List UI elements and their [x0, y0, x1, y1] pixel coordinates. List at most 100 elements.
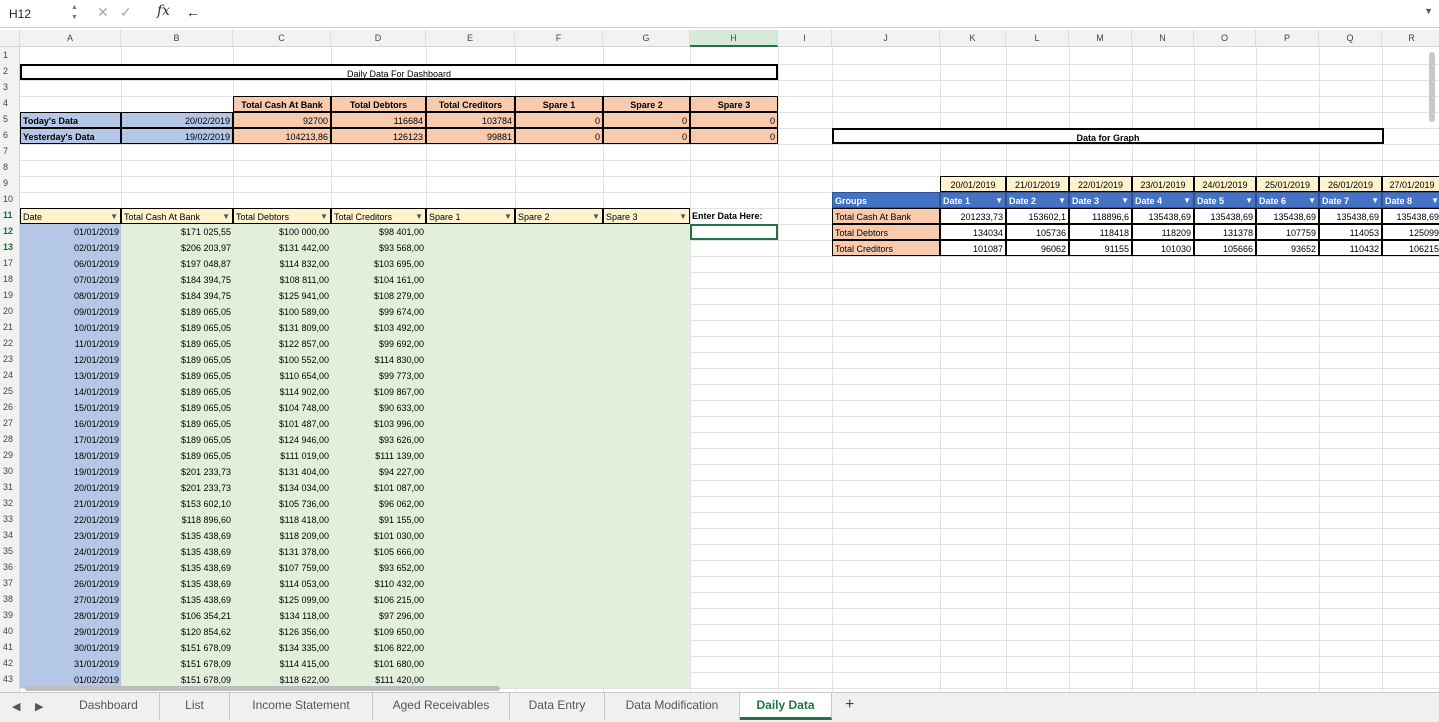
table-row-value[interactable]: $124 946,00	[233, 432, 331, 448]
row-header[interactable]: 10	[0, 194, 19, 204]
table-row-spare[interactable]	[515, 544, 603, 560]
table-row-date[interactable]: 11/01/2019	[20, 336, 121, 352]
table-row-value[interactable]: $110 654,00	[233, 368, 331, 384]
row-header[interactable]: 18	[0, 274, 19, 284]
row-header[interactable]: 40	[0, 626, 19, 636]
table-row-value[interactable]: $99 773,00	[331, 368, 426, 384]
table-row-value[interactable]: $189 065,05	[121, 368, 233, 384]
table-row-date[interactable]: 16/01/2019	[20, 416, 121, 432]
table-row-value[interactable]: $101 680,00	[331, 656, 426, 672]
table-row-value[interactable]: $97 296,00	[331, 608, 426, 624]
table-row-value[interactable]: $107 759,00	[233, 560, 331, 576]
table-row-value[interactable]: $110 432,00	[331, 576, 426, 592]
filter-dropdown-icon[interactable]: ▼	[222, 209, 230, 223]
row-header[interactable]: 24	[0, 370, 19, 380]
table-row-value[interactable]: $96 062,00	[331, 496, 426, 512]
table-row-value[interactable]: $134 335,00	[233, 640, 331, 656]
table-row-date[interactable]: 22/01/2019	[20, 512, 121, 528]
table-row-value[interactable]: $135 438,69	[121, 592, 233, 608]
table-row-spare[interactable]	[603, 624, 690, 640]
table-row-spare[interactable]	[603, 448, 690, 464]
table-row-spare[interactable]	[603, 432, 690, 448]
table-row-spare[interactable]	[515, 560, 603, 576]
table-row-date[interactable]: 07/01/2019	[20, 272, 121, 288]
filter-dropdown-icon[interactable]: ▼	[1058, 193, 1066, 207]
graph-date-header[interactable]: Date 7 ▼	[1319, 192, 1382, 208]
table-row-value[interactable]: $106 822,00	[331, 640, 426, 656]
table-row-date[interactable]: 06/01/2019	[20, 256, 121, 272]
row-header[interactable]: 11	[0, 210, 19, 220]
filter-dropdown-icon[interactable]: ▼	[1183, 193, 1191, 207]
select-all-corner[interactable]	[0, 30, 20, 47]
filter-dropdown-icon[interactable]: ▼	[110, 209, 118, 223]
table-row-value[interactable]: $125 099,00	[233, 592, 331, 608]
column-header-k[interactable]: K	[940, 30, 1006, 47]
column-header-p[interactable]: P	[1256, 30, 1319, 47]
table-row-value[interactable]: $189 065,05	[121, 448, 233, 464]
table-row-spare[interactable]	[515, 656, 603, 672]
table-row-spare[interactable]	[426, 528, 515, 544]
table-row-date[interactable]: 24/01/2019	[20, 544, 121, 560]
table-row-value[interactable]: $201 233,73	[121, 464, 233, 480]
table-row-value[interactable]: $94 227,00	[331, 464, 426, 480]
table-row-value[interactable]: $189 065,05	[121, 352, 233, 368]
table-row-value[interactable]: $125 941,00	[233, 288, 331, 304]
row-header[interactable]: 39	[0, 610, 19, 620]
table-row-spare[interactable]	[515, 288, 603, 304]
row-header[interactable]: 19	[0, 290, 19, 300]
table-row-spare[interactable]	[603, 608, 690, 624]
table-row-date[interactable]: 13/01/2019	[20, 368, 121, 384]
table-row-date[interactable]: 21/01/2019	[20, 496, 121, 512]
table-row-value[interactable]: $131 809,00	[233, 320, 331, 336]
table-row-spare[interactable]	[515, 608, 603, 624]
row-header[interactable]: 37	[0, 578, 19, 588]
table-row-spare[interactable]	[515, 384, 603, 400]
table-row-spare[interactable]	[603, 464, 690, 480]
table-row-date[interactable]: 19/01/2019	[20, 464, 121, 480]
table-row-spare[interactable]	[515, 368, 603, 384]
row-header[interactable]: 2	[0, 66, 19, 76]
table-row-spare[interactable]	[603, 592, 690, 608]
filter-dropdown-icon[interactable]: ▼	[320, 209, 328, 223]
table-row-value[interactable]: $93 652,00	[331, 560, 426, 576]
table-row-date[interactable]: 01/01/2019	[20, 224, 121, 240]
table-row-spare[interactable]	[426, 304, 515, 320]
table-row-date[interactable]: 17/01/2019	[20, 432, 121, 448]
table-row-value[interactable]: $135 438,69	[121, 544, 233, 560]
row-header[interactable]: 31	[0, 482, 19, 492]
row-header[interactable]: 20	[0, 306, 19, 316]
table-row-spare[interactable]	[603, 272, 690, 288]
column-header-m[interactable]: M	[1069, 30, 1132, 47]
table-row-date[interactable]: 14/01/2019	[20, 384, 121, 400]
table-row-date[interactable]: 25/01/2019	[20, 560, 121, 576]
add-sheet-icon[interactable]: +	[845, 696, 854, 714]
table-row-date[interactable]: 30/01/2019	[20, 640, 121, 656]
table-row-value[interactable]: $189 065,05	[121, 304, 233, 320]
table-row-value[interactable]: $184 394,75	[121, 272, 233, 288]
table-row-value[interactable]: $118 896,60	[121, 512, 233, 528]
table-row-value[interactable]: $206 203,97	[121, 240, 233, 256]
table-row-value[interactable]: $98 401,00	[331, 224, 426, 240]
table-row-spare[interactable]	[426, 608, 515, 624]
table-row-value[interactable]: $134 118,00	[233, 608, 331, 624]
table-row-value[interactable]: $103 695,00	[331, 256, 426, 272]
tab-data-entry[interactable]: Data Entry	[510, 693, 605, 720]
table-row-spare[interactable]	[426, 336, 515, 352]
table-row-date[interactable]: 12/01/2019	[20, 352, 121, 368]
table-row-spare[interactable]	[515, 320, 603, 336]
horizontal-scrollbar[interactable]	[25, 686, 500, 691]
row-header[interactable]: 13	[0, 242, 19, 252]
table-row-value[interactable]: $101 087,00	[331, 480, 426, 496]
table-row-value[interactable]: $93 568,00	[331, 240, 426, 256]
table-row-spare[interactable]	[603, 528, 690, 544]
table-row-value[interactable]: $135 438,69	[121, 528, 233, 544]
tab-list[interactable]: List	[160, 693, 230, 720]
table-row-spare[interactable]	[515, 448, 603, 464]
table-row-value[interactable]: $93 626,00	[331, 432, 426, 448]
table-row-value[interactable]: $111 019,00	[233, 448, 331, 464]
table-row-date[interactable]: 08/01/2019	[20, 288, 121, 304]
column-header-g[interactable]: G	[603, 30, 690, 47]
table-row-date[interactable]: 20/01/2019	[20, 480, 121, 496]
table-row-value[interactable]: $134 034,00	[233, 480, 331, 496]
column-header-b[interactable]: B	[121, 30, 233, 47]
